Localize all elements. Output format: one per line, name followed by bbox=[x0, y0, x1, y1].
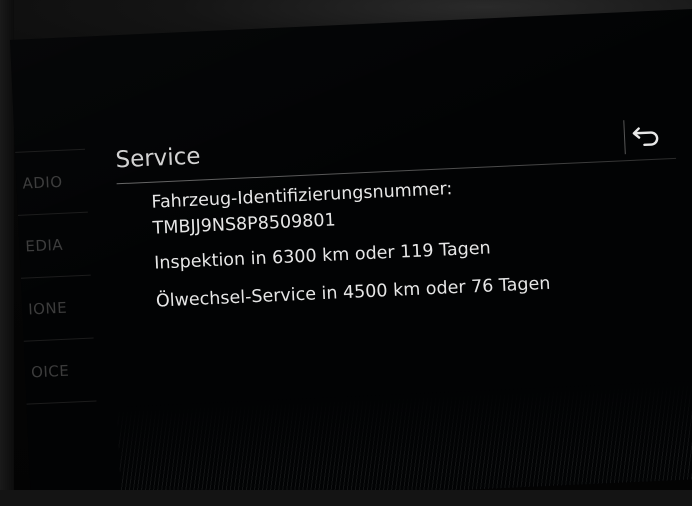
back-arrow-icon bbox=[632, 127, 659, 147]
inspection-due: Inspektion in 6300 km oder 119 Tagen bbox=[153, 238, 492, 274]
side-menu-item-phone[interactable]: IONE bbox=[20, 275, 94, 342]
service-info: Fahrzeug-Identifizierungsnummer: TMBJJ9N… bbox=[151, 172, 551, 315]
infotainment-screen: ADIO EDIA IONE OICE Service Fahrzeug-Ide… bbox=[10, 8, 692, 506]
dashboard-trim-bottom bbox=[0, 490, 692, 506]
oil-service-due: Ölwechsel-Service in 4500 km oder 76 Tag… bbox=[155, 273, 551, 312]
side-menu-item-voice[interactable]: OICE bbox=[23, 338, 97, 405]
screen-reflection bbox=[116, 377, 692, 506]
page-header: Service bbox=[114, 118, 677, 185]
side-menu-item-radio[interactable]: ADIO bbox=[15, 148, 88, 216]
page-title: Service bbox=[114, 143, 202, 174]
side-menu-item-media[interactable]: EDIA bbox=[17, 212, 91, 279]
back-button[interactable] bbox=[623, 118, 668, 155]
side-menu: ADIO EDIA IONE OICE bbox=[15, 148, 97, 405]
photo-frame: ADIO EDIA IONE OICE Service Fahrzeug-Ide… bbox=[0, 0, 692, 506]
